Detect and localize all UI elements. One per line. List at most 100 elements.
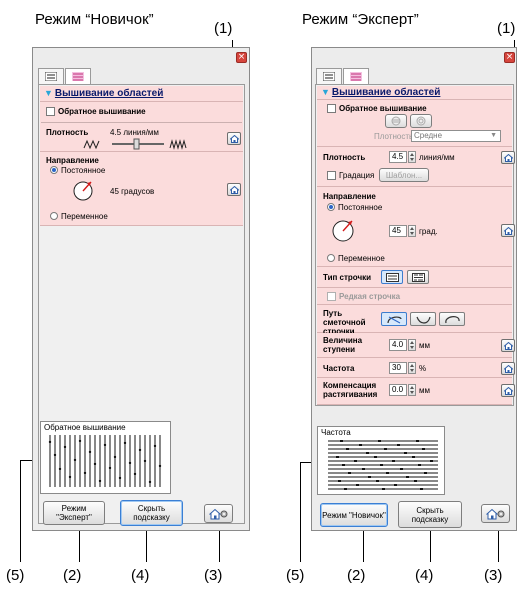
close-icon[interactable]: ×: [504, 52, 515, 63]
default-button-direction[interactable]: [501, 224, 515, 237]
angle-unit: град.: [419, 227, 438, 236]
callout-3-left: (3): [204, 567, 223, 584]
constant-radio[interactable]: [50, 166, 58, 174]
reverse-option-2[interactable]: [410, 114, 432, 128]
preview-label: Обратное вышивание: [44, 423, 126, 432]
default-settings-button[interactable]: [204, 504, 233, 523]
path-shape-icon: [445, 316, 460, 324]
frequency-spinner[interactable]: [408, 362, 416, 374]
angle-dial[interactable]: [70, 179, 100, 201]
constant-label: Постоянное: [338, 203, 383, 212]
list-icon: [45, 72, 57, 81]
callout-4-left: (4): [131, 567, 150, 584]
novice-panel: × ▼ Вышивание областей Обратное вышивание…: [32, 47, 250, 531]
density-label: Плотность: [46, 128, 89, 137]
frequency-section: Частота 30 %: [317, 358, 515, 378]
tab-sewing[interactable]: [65, 68, 91, 85]
gradation-checkbox[interactable]: [327, 171, 336, 180]
reverse-checkbox[interactable]: [327, 104, 336, 113]
variable-radio[interactable]: [327, 254, 335, 262]
frequency-unit: %: [419, 364, 427, 373]
chevron-down-icon: ▼: [490, 132, 497, 139]
path-shape-icon: [416, 316, 431, 324]
direction-label: Направление: [323, 192, 376, 201]
novice-mode-button[interactable]: Режим "Новичок": [320, 503, 388, 527]
offset-path-label: Путь сметочной строчки: [323, 309, 366, 336]
callout-3-right: (3): [484, 567, 503, 584]
offset-path-option-3[interactable]: [439, 312, 465, 326]
template-button[interactable]: Шаблон...: [379, 168, 429, 182]
default-button-frequency[interactable]: [501, 362, 515, 375]
reverse-option-1[interactable]: [385, 114, 407, 128]
tab-sewing[interactable]: [343, 68, 369, 85]
leader-line: [498, 526, 499, 562]
section-header: ▼ Вышивание областей: [317, 86, 512, 100]
default-button-density[interactable]: [501, 151, 515, 164]
density-spinner[interactable]: [408, 151, 416, 163]
angle-spinner[interactable]: [408, 225, 416, 237]
stitch-type-section: Тип строчки: [317, 267, 512, 288]
slider-thumb: [133, 138, 140, 150]
reverse-section: Обратное вышивание Плотность Средне ▼: [317, 100, 512, 147]
variable-radio[interactable]: [50, 212, 58, 220]
sparse-label: Редкая строчка: [339, 292, 401, 301]
compensation-unit: мм: [419, 386, 430, 395]
stitch-pattern-icon: [72, 72, 84, 81]
reverse-stitch-preview: [48, 435, 162, 487]
sparse-section: Редкая строчка: [317, 288, 512, 305]
default-button-density[interactable]: [227, 132, 241, 145]
expert-mode-button[interactable]: Режим "Эксперт": [43, 501, 105, 525]
expand-triangle-icon: ▼: [44, 88, 53, 98]
section-title[interactable]: ▼ Вышивание областей: [44, 88, 163, 99]
direction-label: Направление: [46, 156, 99, 165]
house-icon: [230, 135, 239, 143]
compensation-field[interactable]: 0.0: [389, 384, 407, 396]
section-title[interactable]: ▼ Вышивание областей: [321, 87, 440, 98]
default-button-step[interactable]: [501, 339, 515, 352]
density-field[interactable]: 4.5: [389, 151, 407, 163]
density-unit: линия/мм: [419, 153, 455, 162]
frequency-label: Частота: [323, 364, 355, 373]
callout-1-left: (1): [214, 20, 233, 37]
density-select[interactable]: Средне ▼: [411, 130, 501, 142]
stitch-type-pattern-button[interactable]: [407, 270, 429, 284]
frequency-field[interactable]: 30: [389, 362, 407, 374]
circle-rings-icon: [416, 116, 426, 126]
density-section: Обратное вышивание Плотность 4.5 линия/м…: [40, 102, 243, 152]
expert-mode-title: Режим “Эксперт”: [302, 11, 419, 28]
step-spinner[interactable]: [408, 339, 416, 351]
angle-field[interactable]: 45: [389, 225, 407, 237]
close-icon[interactable]: ×: [236, 52, 247, 63]
gradation-label: Градация: [339, 171, 375, 180]
tab-properties[interactable]: [38, 68, 64, 84]
default-button-direction[interactable]: [227, 183, 241, 196]
compensation-spinner[interactable]: [408, 384, 416, 396]
callout-2-left: (2): [63, 567, 82, 584]
dense-icon: [169, 139, 187, 150]
house-settings-icon: [485, 508, 504, 519]
angle-dial[interactable]: [329, 217, 363, 243]
default-settings-button[interactable]: [481, 504, 510, 523]
offset-path-option-1[interactable]: [381, 312, 407, 326]
hide-hint-button[interactable]: Скрыть подсказку: [120, 500, 183, 526]
hide-hint-button[interactable]: Скрыть подсказку: [398, 501, 462, 528]
fill-lines-icon: [386, 273, 399, 282]
constant-radio[interactable]: [327, 203, 335, 211]
tab-properties[interactable]: [316, 68, 342, 84]
density-slider[interactable]: [82, 138, 192, 150]
step-field[interactable]: 4.0: [389, 339, 407, 351]
house-icon: [504, 387, 513, 395]
stitch-type-fill-button[interactable]: [381, 270, 403, 284]
sparse-checkbox[interactable]: [327, 292, 336, 301]
offset-path-option-2[interactable]: [410, 312, 436, 326]
preview-box: Обратное вышивание: [40, 421, 171, 494]
variable-label: Переменное: [338, 254, 385, 263]
circle-lines-icon: [391, 116, 401, 126]
direction-section: Направление Постоянное 45 градусов Перем…: [40, 152, 243, 226]
default-button-compensation[interactable]: [501, 384, 515, 397]
direction-section: Направление Постоянное 45 град. Переменн…: [317, 187, 515, 267]
house-icon: [504, 342, 513, 350]
callout-4-right: (4): [415, 567, 434, 584]
reverse-checkbox[interactable]: [46, 107, 55, 116]
compensation-label: Компенсация растягивания: [323, 381, 378, 399]
